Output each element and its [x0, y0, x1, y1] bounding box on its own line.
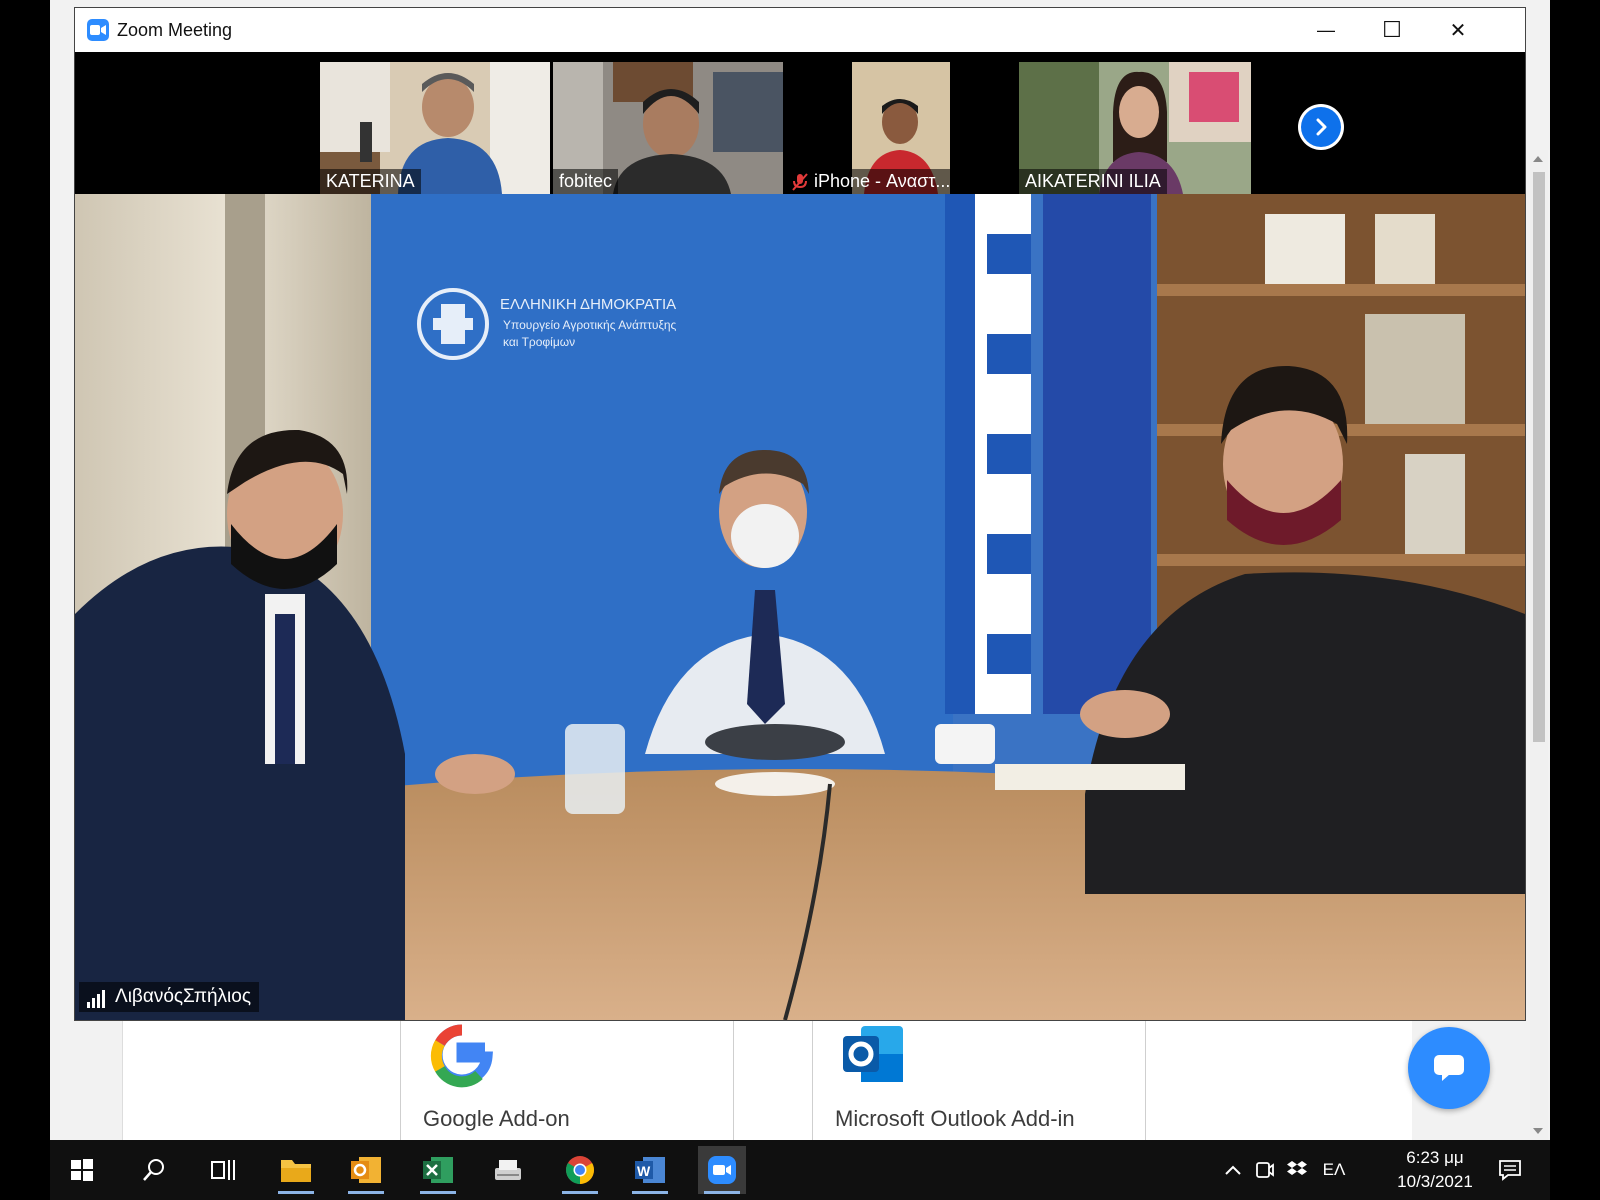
chrome-icon — [566, 1156, 594, 1184]
banner-title: ΕΛΛΗΝΙΚΗ ΔΗΜΟΚΡΑΤΙΑ — [500, 296, 676, 313]
dropbox-icon — [1287, 1161, 1307, 1175]
running-indicator — [562, 1191, 598, 1194]
close-button[interactable]: ✕ — [1425, 8, 1491, 52]
folder-icon — [281, 1160, 311, 1182]
search-icon — [143, 1159, 164, 1181]
greek-flag — [945, 194, 1031, 714]
scroll-down-arrow-icon[interactable] — [1533, 1128, 1543, 1134]
windows-taskbar: W ΕΛ 6:23 μμ 10/3/2021 — [50, 1140, 1550, 1200]
minimize-button[interactable]: — — [1293, 8, 1359, 52]
svg-text:W: W — [637, 1163, 651, 1179]
active-speaker-label: ΛιβανόςΣπήλιος — [79, 982, 260, 1012]
maximize-button[interactable]: ☐ — [1359, 8, 1425, 52]
banner-subtitle-line-2: και Τροφίμων — [503, 335, 575, 349]
word-icon: W — [635, 1157, 665, 1183]
participant-name: AIKATERINI ILIA — [1019, 169, 1167, 194]
chevron-up-icon — [1225, 1165, 1241, 1175]
running-indicator — [704, 1191, 740, 1194]
page-scrollbar[interactable] — [1530, 150, 1548, 1140]
next-button-face — [1301, 107, 1341, 147]
window-title: Zoom Meeting — [117, 19, 233, 40]
signal-strength-icon — [87, 986, 107, 1008]
participant-name: fobitec — [553, 169, 619, 194]
google-addon-label: Google Add-on — [423, 1106, 570, 1131]
close-icon: ✕ — [1449, 19, 1467, 42]
zoom-app-icon — [87, 19, 109, 41]
scroll-thumb[interactable] — [1533, 172, 1545, 742]
outlook-addon-label: Microsoft Outlook Add-in — [835, 1106, 1075, 1131]
active-speaker-name: ΛιβανόςΣπήλιος — [115, 986, 252, 1007]
outlook-icon — [351, 1157, 381, 1183]
search-button[interactable] — [130, 1146, 178, 1194]
clock-time: 6:23 μμ — [1406, 1148, 1464, 1167]
task-view-button[interactable] — [200, 1146, 248, 1194]
system-clock[interactable]: 6:23 μμ 10/3/2021 — [1390, 1146, 1480, 1194]
maximize-icon: ☐ — [1382, 17, 1402, 42]
action-center-button[interactable] — [1490, 1140, 1530, 1200]
next-gallery-page-button[interactable] — [1298, 104, 1344, 150]
participant-name-text: iPhone - Αναστ... — [814, 171, 951, 191]
chrome-taskbar-button[interactable] — [556, 1146, 604, 1194]
running-indicator — [632, 1191, 668, 1194]
running-indicator — [348, 1191, 384, 1194]
outlook-taskbar-button[interactable] — [342, 1146, 390, 1194]
muted-microphone-icon — [792, 172, 808, 191]
scanner-icon — [495, 1160, 521, 1180]
show-hidden-icons-button[interactable] — [1218, 1140, 1248, 1200]
scroll-up-arrow-icon[interactable] — [1533, 156, 1543, 162]
window-titlebar[interactable]: Zoom Meeting — ☐ ✕ — [75, 8, 1525, 52]
minimize-icon: — — [1317, 19, 1335, 40]
chat-support-button[interactable] — [1408, 1027, 1490, 1109]
participant-tile[interactable]: iPhone - Αναστ... — [786, 62, 1016, 194]
speaker-video-frame: ΕΛΛΗΝΙΚΗ ΔΗΜΟΚΡΑΤΙΑ Υπουργείο Αγροτικής … — [75, 194, 1525, 1020]
active-speaker-video[interactable]: ΕΛΛΗΝΙΚΗ ΔΗΜΟΚΡΑΤΙΑ Υπουργείο Αγροτικής … — [75, 194, 1525, 1020]
windows-logo-icon — [71, 1159, 93, 1181]
start-button[interactable] — [58, 1146, 106, 1194]
zoom-icon — [708, 1156, 736, 1184]
google-addon-card[interactable]: Google Add-on — [400, 1020, 734, 1140]
scanner-taskbar-button[interactable] — [484, 1146, 532, 1194]
google-logo-icon — [430, 1024, 493, 1088]
participant-tile[interactable]: KATERINA — [320, 62, 550, 194]
participant-tile[interactable]: fobitec — [553, 62, 783, 194]
notification-icon — [1499, 1160, 1521, 1181]
participant-tile[interactable]: AIKATERINI ILIA — [1019, 62, 1251, 194]
running-indicator — [278, 1191, 314, 1194]
excel-taskbar-button[interactable] — [414, 1146, 462, 1194]
word-taskbar-button[interactable]: W — [626, 1146, 674, 1194]
language-code: ΕΛ — [1322, 1160, 1346, 1179]
dropbox-tray-button[interactable] — [1282, 1140, 1312, 1200]
outlook-logo-icon — [843, 1026, 903, 1082]
banner-subtitle-line-1: Υπουργείο Αγροτικής Ανάπτυξης — [503, 318, 677, 332]
webcam-icon — [1256, 1162, 1274, 1178]
task-view-icon — [211, 1160, 235, 1180]
outlook-addon-card[interactable]: Microsoft Outlook Add-in — [812, 1020, 1146, 1140]
participant-gallery-strip: KATERINA fobitec iPhone - Αναστ... AIKAT… — [75, 52, 1525, 194]
chevron-right-icon — [1316, 118, 1327, 136]
running-indicator — [420, 1191, 456, 1194]
meet-now-tray-button[interactable] — [1250, 1140, 1280, 1200]
participant-name: iPhone - Αναστ... — [786, 169, 957, 194]
chat-bubble-icon — [1434, 1055, 1464, 1081]
clock-date: 10/3/2021 — [1397, 1172, 1473, 1191]
zoom-meeting-window: Zoom Meeting — ☐ ✕ KATERINA fobitec iPho… — [74, 7, 1526, 1021]
file-explorer-button[interactable] — [272, 1146, 320, 1194]
eu-flag — [1043, 194, 1151, 714]
participant-name: KATERINA — [320, 169, 421, 194]
desktop-screen: Google Add-on Microsoft Outlook Add-in Z… — [0, 0, 1600, 1200]
zoom-taskbar-button[interactable] — [698, 1146, 746, 1194]
input-language-indicator[interactable]: ΕΛ — [1314, 1140, 1354, 1200]
excel-icon — [423, 1157, 453, 1183]
